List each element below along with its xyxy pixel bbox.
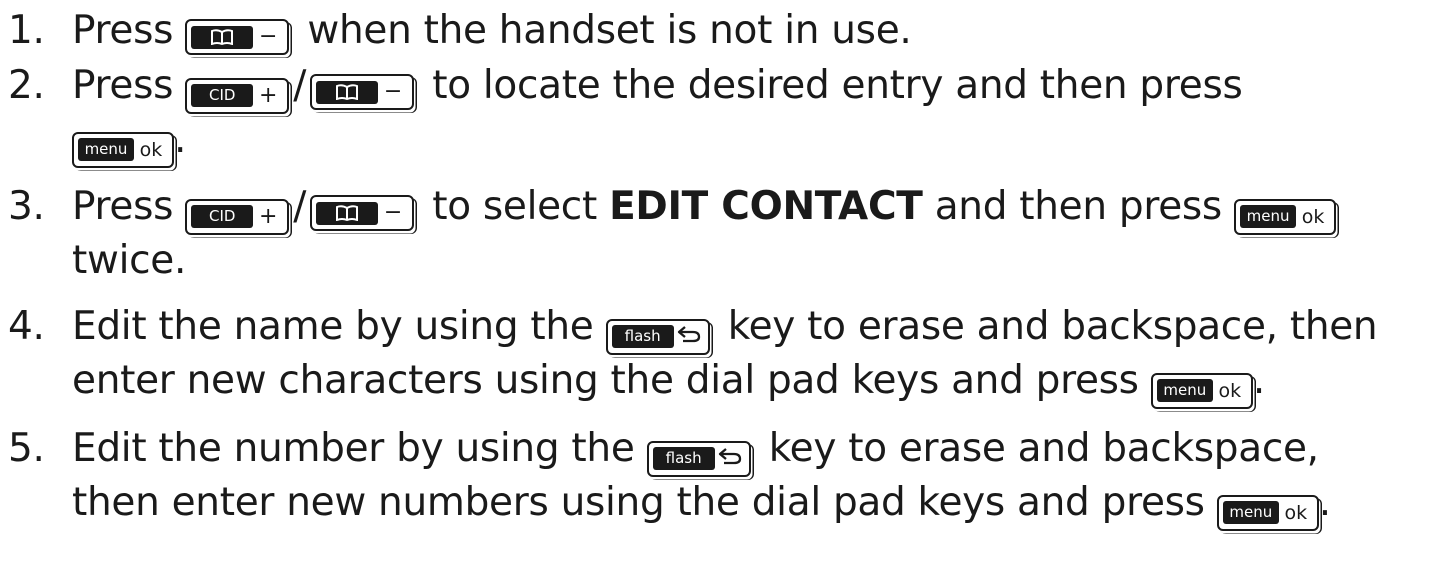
step-4: 4. Edit the name by using the flash key t… <box>8 300 1428 355</box>
phonebook-icon <box>316 80 379 104</box>
menu-ok-key: menu ok <box>1150 372 1253 409</box>
minus-symbol: − <box>383 200 403 225</box>
cid-label: CID <box>191 84 254 107</box>
phonebook-minus-key: − <box>310 195 415 231</box>
back-arrow-icon <box>715 447 745 470</box>
menu-label: menu <box>1240 205 1297 228</box>
menu-label: menu <box>78 138 134 161</box>
step-text: Edit the number by using the <box>72 426 635 471</box>
step-text: twice. <box>72 238 187 283</box>
menu-ok-key: menu ok <box>72 131 174 168</box>
step-text: Press <box>72 8 174 53</box>
step-number: 1. <box>8 8 45 53</box>
flash-label: flash <box>611 325 674 348</box>
step-number: 3. <box>8 184 45 229</box>
back-arrow-icon <box>674 325 704 348</box>
minus-symbol: − <box>383 79 403 104</box>
menu-option-name: EDIT CONTACT <box>609 184 923 229</box>
ok-label: ok <box>139 138 163 161</box>
step-text: Edit the name by using the <box>72 304 594 349</box>
phonebook-icon <box>191 25 254 49</box>
step-text: when the handset is not in use. <box>307 8 912 53</box>
cid-label: CID <box>191 205 254 228</box>
plus-symbol: + <box>259 82 278 108</box>
step-text: enter new characters using the dial pad … <box>72 358 1139 403</box>
step-text: . <box>1252 358 1265 403</box>
step-text: then enter new numbers using the dial pa… <box>72 480 1205 525</box>
step-1: 1. Press − when the handset is not in use… <box>8 4 1428 58</box>
menu-ok-key: menu ok <box>1234 198 1337 235</box>
cid-plus-key: CID + <box>185 77 290 114</box>
step-number: 4. <box>8 304 45 349</box>
instruction-list: 1. Press − when the handset is not in use… <box>0 0 1433 583</box>
step-3: 3. Press CID + / − to select EDIT CONTACT an… <box>8 180 1428 235</box>
step-text: key to erase and backspace, <box>768 426 1319 471</box>
menu-ok-key: menu ok <box>1216 494 1319 531</box>
step-2: 2. Press CID + / − to locate the desired ent… <box>8 59 1428 114</box>
ok-label: ok <box>1218 379 1242 402</box>
step-text: and then press <box>934 184 1223 229</box>
flash-label: flash <box>652 447 715 470</box>
phonebook-minus-key: − <box>310 74 415 110</box>
plus-symbol: + <box>259 203 278 229</box>
menu-label: menu <box>1222 501 1279 524</box>
step-text: key to erase and backspace, then <box>727 304 1378 349</box>
step-text: to select <box>432 184 597 229</box>
menu-label: menu <box>1156 379 1213 402</box>
phonebook-icon <box>316 201 379 225</box>
separator: / <box>293 63 307 108</box>
step-text: Press <box>72 63 174 108</box>
separator: / <box>293 184 307 229</box>
step-text: . <box>1318 480 1331 525</box>
flash-back-key: flash <box>646 440 751 477</box>
step-text: Press <box>72 184 174 229</box>
ok-label: ok <box>1301 205 1325 228</box>
minus-symbol: − <box>259 24 278 49</box>
step-number: 5. <box>8 426 45 471</box>
step-text: . <box>174 117 187 162</box>
cid-plus-key: CID + <box>185 198 290 235</box>
step-number: 2. <box>8 63 45 108</box>
step-text: to locate the desired entry and then pre… <box>432 63 1243 108</box>
phonebook-minus-key: − <box>185 19 290 55</box>
step-5: 5. Edit the number by using the flash key… <box>8 422 1428 477</box>
ok-label: ok <box>1284 501 1308 524</box>
flash-back-key: flash <box>605 318 710 355</box>
